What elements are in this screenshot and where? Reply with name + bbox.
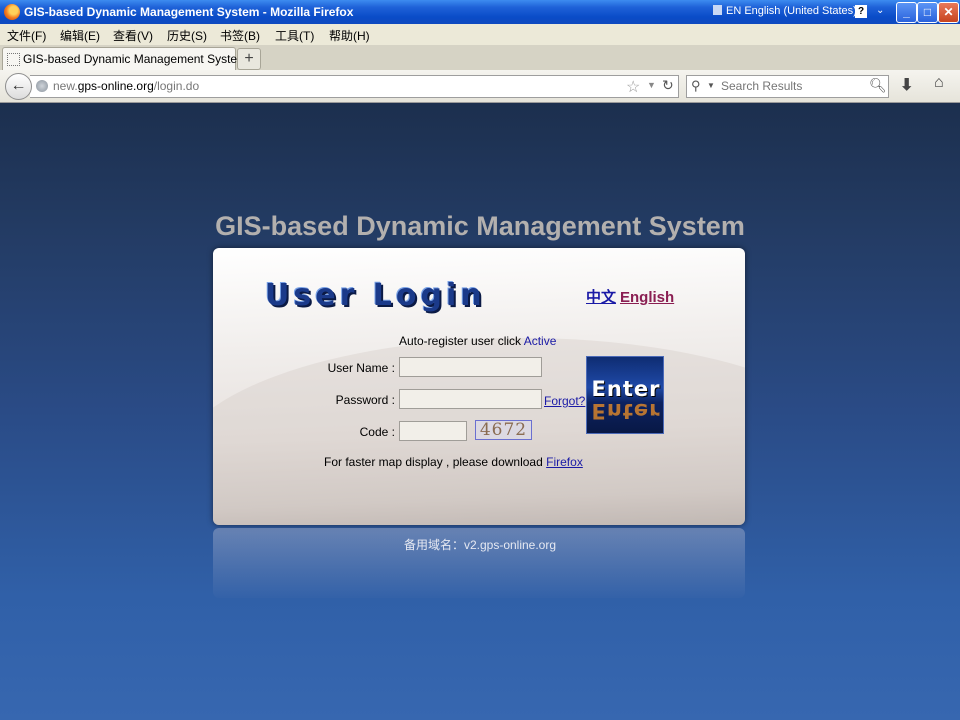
tab-label: GIS-based Dynamic Management System bbox=[23, 52, 248, 66]
menu-bar: 文件(F) 编辑(E) 查看(V) 历史(S) 书签(B) 工具(T) 帮助(H… bbox=[0, 24, 960, 45]
new-tab-button[interactable]: + bbox=[237, 48, 261, 70]
help-icon[interactable]: ? bbox=[855, 5, 867, 18]
active-link[interactable]: Active bbox=[524, 334, 557, 348]
menu-bookmarks[interactable]: 书签(B) bbox=[220, 27, 260, 44]
keyboard-icon bbox=[713, 5, 722, 15]
search-engine-icon[interactable]: ⚲ bbox=[691, 78, 701, 94]
back-button[interactable]: ← bbox=[5, 73, 32, 100]
language-indicator[interactable]: EN English (United States) bbox=[713, 5, 857, 17]
search-input[interactable] bbox=[719, 78, 863, 94]
address-bar[interactable]: new.gps-online.org/login.do ☆ ▼ ↻ bbox=[30, 75, 679, 98]
auto-register-label: Auto-register user click bbox=[399, 334, 522, 348]
menu-history[interactable]: 历史(S) bbox=[167, 27, 207, 44]
username-label: User Name : bbox=[327, 361, 395, 375]
url-domain: gps-online.org bbox=[77, 79, 154, 93]
forgot-password-link[interactable]: Forgot? bbox=[544, 394, 585, 408]
menu-edit[interactable]: 编辑(E) bbox=[60, 27, 100, 44]
login-panel: User Login 中文 English Auto-register user … bbox=[213, 248, 745, 525]
search-bar[interactable]: ⚲ ▼ 🔍︎ bbox=[686, 75, 889, 98]
menu-file[interactable]: 文件(F) bbox=[7, 27, 46, 44]
login-heading: User Login bbox=[265, 278, 486, 313]
enter-button-reflection: Enter bbox=[591, 399, 661, 423]
password-input[interactable] bbox=[399, 389, 542, 409]
window-titlebar: GIS-based Dynamic Management System - Mo… bbox=[0, 0, 960, 24]
alternate-domain-text: 备用域名：v2.gps-online.org bbox=[403, 538, 557, 552]
url-text[interactable]: new.gps-online.org/login.do bbox=[53, 79, 199, 93]
page-favicon-icon bbox=[7, 53, 20, 66]
downloads-icon[interactable]: ⬇ bbox=[900, 75, 913, 95]
search-go-icon[interactable]: 🔍︎ bbox=[869, 77, 887, 94]
language-label: EN English (United States) bbox=[726, 5, 857, 17]
firefox-download-link[interactable]: Firefox bbox=[546, 455, 583, 469]
verification-code-input[interactable] bbox=[399, 421, 467, 441]
globe-icon bbox=[36, 80, 48, 92]
lang-english-link[interactable]: English bbox=[620, 289, 674, 306]
captcha-image[interactable]: 4672 bbox=[475, 420, 532, 440]
search-engine-dropdown-icon[interactable]: ▼ bbox=[707, 81, 715, 90]
enter-button[interactable]: Enter Enter bbox=[586, 356, 664, 434]
url-prefix: new. bbox=[53, 79, 78, 93]
bookmark-star-icon[interactable]: ☆ bbox=[626, 77, 640, 97]
menu-view[interactable]: 查看(V) bbox=[113, 27, 153, 44]
code-label: Code : bbox=[359, 425, 395, 439]
enter-button-label: Enter bbox=[591, 377, 661, 401]
language-options-icon[interactable]: ⌄ bbox=[876, 5, 884, 16]
maximize-button[interactable]: □ bbox=[917, 2, 938, 23]
close-button[interactable]: ✕ bbox=[938, 2, 959, 23]
url-path: /login.do bbox=[153, 79, 200, 93]
menu-tools[interactable]: 工具(T) bbox=[275, 27, 314, 44]
tab-bar: GIS-based Dynamic Management System + bbox=[0, 45, 960, 71]
history-dropdown-icon[interactable]: ▼ bbox=[647, 80, 656, 90]
page-title: GIS-based Dynamic Management System bbox=[215, 211, 745, 241]
firefox-logo-icon bbox=[4, 4, 20, 20]
download-hint-text: For faster map display , please download bbox=[324, 455, 543, 469]
navigation-bar: new.gps-online.org/login.do ☆ ▼ ↻ ← ⚲ ▼ … bbox=[0, 70, 960, 103]
auto-register-text: Auto-register user click Active bbox=[399, 334, 556, 348]
menu-help[interactable]: 帮助(H) bbox=[329, 27, 370, 44]
minimize-button[interactable]: _ bbox=[896, 2, 917, 23]
language-links: 中文 English bbox=[586, 286, 674, 307]
window-title: GIS-based Dynamic Management System - Mo… bbox=[24, 5, 354, 19]
tab-current[interactable]: GIS-based Dynamic Management System bbox=[2, 47, 247, 70]
lang-chinese-link[interactable]: 中文 bbox=[586, 289, 616, 306]
page-content: GIS-based Dynamic Management System User… bbox=[0, 103, 960, 720]
download-hint: For faster map display , please download… bbox=[324, 455, 583, 469]
username-input[interactable] bbox=[399, 357, 542, 377]
password-label: Password : bbox=[335, 393, 395, 407]
reload-icon[interactable]: ↻ bbox=[662, 77, 674, 94]
home-icon[interactable]: ⌂ bbox=[934, 74, 944, 92]
